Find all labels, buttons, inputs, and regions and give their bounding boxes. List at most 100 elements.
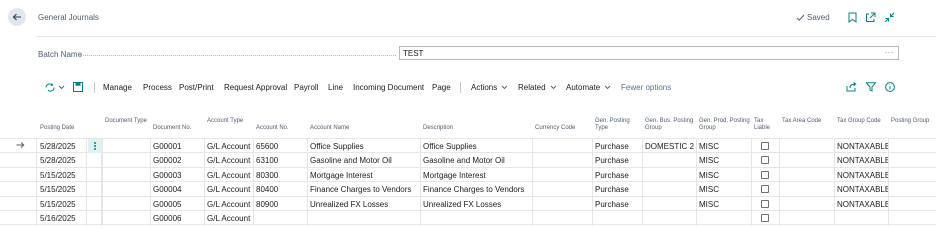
cell-account-type[interactable]: G/L Account [204, 168, 253, 182]
cell-tax-area-code[interactable] [779, 211, 834, 225]
cell-posting-date[interactable]: 5/15/2025 [37, 168, 86, 182]
cell-tax-group-code[interactable]: NONTAXABLE [834, 153, 888, 167]
cell-account-type[interactable]: G/L Account [204, 182, 253, 196]
cell-account-type[interactable]: G/L Account [204, 139, 253, 153]
cell-gen-posting-type[interactable]: Purchase [592, 139, 642, 153]
cell-gen-posting-type[interactable]: Purchase [592, 153, 642, 167]
column-header-tax-group-code[interactable]: Tax Group Code [834, 118, 888, 125]
cell-document-no[interactable]: G00003 [150, 168, 204, 182]
table-row[interactable]: 5/28/2025 G00001 G/L Account 65600 Office Su… [0, 139, 936, 153]
cell-posting-date[interactable]: 5/28/2025 [37, 139, 86, 153]
cell-currency-code[interactable] [532, 139, 592, 153]
column-header-currency-code[interactable]: Currency Code [532, 125, 592, 132]
cell-posting-group[interactable] [888, 197, 936, 211]
cell-account-no[interactable]: 80300 [253, 168, 307, 182]
open-new-window-button[interactable] [864, 11, 876, 23]
cell-description[interactable]: Office Supplies [420, 139, 532, 153]
cell-gen-bus-posting-group[interactable] [642, 153, 696, 167]
tax-liable-checkbox[interactable] [761, 156, 769, 165]
table-row[interactable]: 5/16/2025 G00006 G/L Account [0, 211, 936, 225]
table-row[interactable]: 5/28/2025 G00002 G/L Account 63100 Gasoline … [0, 153, 936, 167]
cell-description[interactable] [420, 211, 532, 225]
cell-account-name[interactable]: Office Supplies [307, 139, 420, 153]
cell-document-type[interactable] [102, 168, 150, 182]
cell-account-type[interactable]: G/L Account [204, 153, 253, 167]
cell-document-type[interactable] [102, 211, 150, 225]
cell-account-name[interactable]: Unrealized FX Losses [307, 197, 420, 211]
cell-tax-group-code[interactable]: NONTAXABLE [834, 197, 888, 211]
cell-gen-prod-posting-group[interactable]: MISC [696, 182, 751, 196]
cell-description[interactable]: Unrealized FX Losses [420, 197, 532, 211]
cell-gen-posting-type[interactable] [592, 211, 642, 225]
cell-document-type[interactable] [102, 182, 150, 196]
back-button[interactable] [8, 8, 26, 26]
cell-gen-bus-posting-group[interactable] [642, 168, 696, 182]
cell-gen-bus-posting-group[interactable] [642, 211, 696, 225]
action-fewer-options[interactable]: Fewer options [621, 83, 671, 92]
cell-description[interactable]: Finance Charges to Vendors [420, 182, 532, 196]
action-request-approval[interactable]: Request Approval [224, 83, 287, 92]
column-header-tax-liable[interactable]: Tax Liable [751, 118, 779, 132]
cell-tax-area-code[interactable] [779, 139, 834, 153]
column-header-tax-area-code[interactable]: Tax Area Code [779, 118, 834, 125]
cell-posting-date[interactable]: 5/15/2025 [37, 182, 86, 196]
tax-liable-checkbox[interactable] [761, 142, 769, 150]
action-line[interactable]: Line [328, 83, 343, 92]
cell-tax-area-code[interactable] [779, 197, 834, 211]
cell-document-type[interactable] [102, 139, 150, 153]
cell-tax-area-code[interactable] [779, 182, 834, 196]
cell-gen-bus-posting-group[interactable] [642, 197, 696, 211]
column-header-description[interactable]: Description [420, 125, 532, 132]
cell-gen-prod-posting-group[interactable]: MISC [696, 139, 751, 153]
batch-name-input[interactable]: TEST ··· [399, 46, 899, 60]
cell-account-no[interactable]: 65600 [253, 139, 307, 153]
action-actions-menu[interactable]: Actions [471, 83, 508, 92]
action-payroll[interactable]: Payroll [294, 83, 318, 92]
cell-gen-prod-posting-group[interactable] [696, 211, 751, 225]
table-row[interactable]: 5/15/2025 G00004 G/L Account 80400 Finance C… [0, 182, 936, 196]
cell-description[interactable]: Gasoline and Motor Oil [420, 153, 532, 167]
column-header-account-type[interactable]: Account Type [204, 118, 253, 125]
filter-button[interactable] [866, 81, 876, 93]
cell-gen-prod-posting-group[interactable]: MISC [696, 197, 751, 211]
action-incoming-document[interactable]: Incoming Document [353, 83, 424, 92]
cell-posting-date[interactable]: 5/15/2025 [37, 197, 86, 211]
tax-liable-checkbox[interactable] [761, 185, 769, 194]
cell-currency-code[interactable] [532, 197, 592, 211]
column-header-posting-group[interactable]: Posting Group [888, 118, 936, 125]
cell-posting-date[interactable]: 5/28/2025 [37, 153, 86, 167]
cell-posting-group[interactable] [888, 211, 936, 225]
row-actions-button[interactable] [88, 139, 102, 153]
cell-account-no[interactable]: 80900 [253, 197, 307, 211]
table-row[interactable]: 5/15/2025 G00003 G/L Account 80300 Mortgage … [0, 168, 936, 182]
action-related-menu[interactable]: Related [518, 83, 557, 92]
cell-account-no[interactable]: 80400 [253, 182, 307, 196]
cell-gen-posting-type[interactable]: Purchase [592, 197, 642, 211]
cell-posting-group[interactable] [888, 139, 936, 153]
cell-currency-code[interactable] [532, 168, 592, 182]
cell-posting-group[interactable] [888, 168, 936, 182]
cell-account-name[interactable] [307, 211, 420, 225]
cell-account-type[interactable]: G/L Account [204, 197, 253, 211]
column-header-gen-posting-type[interactable]: Gen. Posting Type [592, 118, 642, 132]
cell-tax-area-code[interactable] [779, 153, 834, 167]
column-header-gen-prod-posting-group[interactable]: Gen. Prod. Posting Group [696, 118, 751, 132]
collapse-button[interactable] [883, 11, 895, 23]
cell-gen-posting-type[interactable]: Purchase [592, 182, 642, 196]
tax-liable-checkbox[interactable] [761, 170, 769, 179]
cell-account-no[interactable]: 63100 [253, 153, 307, 167]
cell-tax-group-code[interactable]: NONTAXABLE [834, 182, 888, 196]
cell-document-type[interactable] [102, 153, 150, 167]
tax-liable-checkbox[interactable] [761, 214, 769, 222]
cell-account-name[interactable]: Gasoline and Motor Oil [307, 153, 420, 167]
column-header-account-name[interactable]: Account Name [307, 125, 420, 132]
cell-currency-code[interactable] [532, 153, 592, 167]
action-process[interactable]: Process [143, 83, 172, 92]
action-manage[interactable]: Manage [103, 83, 132, 92]
cell-gen-prod-posting-group[interactable]: MISC [696, 153, 751, 167]
cell-posting-group[interactable] [888, 182, 936, 196]
edit-mode-button[interactable] [44, 81, 65, 93]
cell-document-no[interactable]: G00004 [150, 182, 204, 196]
cell-gen-bus-posting-group[interactable] [642, 182, 696, 196]
tax-liable-checkbox[interactable] [761, 199, 769, 208]
